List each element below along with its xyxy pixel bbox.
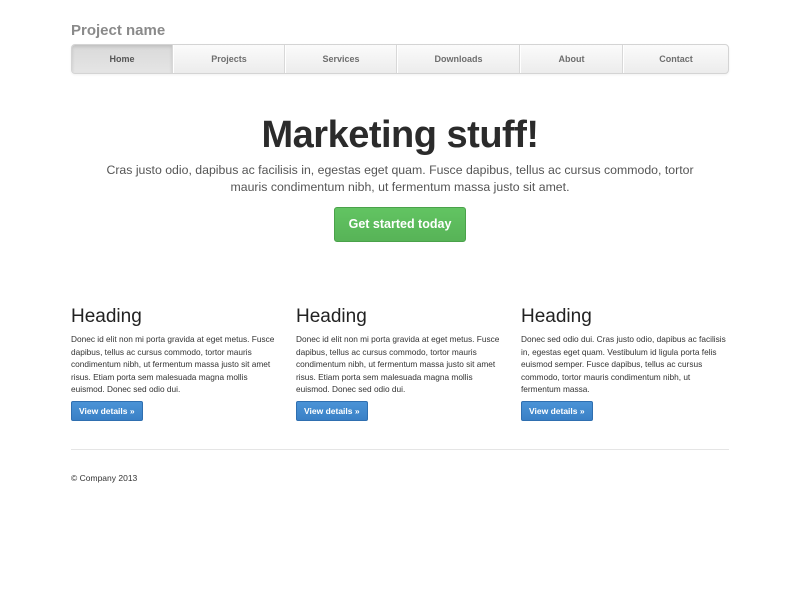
feature-column: Heading Donec id elit non mi porta gravi… <box>71 306 279 421</box>
nav-item-contact[interactable]: Contact <box>623 45 728 73</box>
column-body: Donec id elit non mi porta gravida at eg… <box>71 334 275 394</box>
column-body: Donec sed odio dui. Cras justo odio, dap… <box>521 334 726 394</box>
view-details-button[interactable]: View details » <box>296 401 368 421</box>
nav-item-downloads[interactable]: Downloads <box>397 45 520 73</box>
column-heading: Heading <box>71 306 142 327</box>
nav-item-services[interactable]: Services <box>285 45 397 73</box>
column-heading: Heading <box>521 306 592 327</box>
jumbotron-heading: Marketing stuff! <box>261 114 540 156</box>
page-container: Project name Home Projects Services Down… <box>71 0 729 483</box>
nav-item-projects[interactable]: Projects <box>173 45 285 73</box>
main-nav: Home Projects Services Downloads About C… <box>71 44 729 74</box>
feature-row: Heading Donec id elit non mi porta gravi… <box>71 306 729 421</box>
view-details-button[interactable]: View details » <box>71 401 143 421</box>
column-heading: Heading <box>296 306 367 327</box>
footer-divider <box>71 449 729 450</box>
project-name[interactable]: Project name <box>71 22 729 44</box>
column-body: Donec id elit non mi porta gravida at eg… <box>296 334 500 394</box>
nav-item-about[interactable]: About <box>520 45 623 73</box>
footer-copyright: © Company 2013 <box>71 473 138 483</box>
nav-item-home[interactable]: Home <box>72 45 173 73</box>
feature-column: Heading Donec sed odio dui. Cras justo o… <box>521 306 729 421</box>
jumbotron: Marketing stuff! Cras justo odio, dapibu… <box>71 112 729 242</box>
view-details-button[interactable]: View details » <box>521 401 593 421</box>
jumbotron-lead: Cras justo odio, dapibus ac facilisis in… <box>106 163 694 194</box>
get-started-button[interactable]: Get started today <box>333 207 467 242</box>
feature-column: Heading Donec id elit non mi porta gravi… <box>296 306 504 421</box>
